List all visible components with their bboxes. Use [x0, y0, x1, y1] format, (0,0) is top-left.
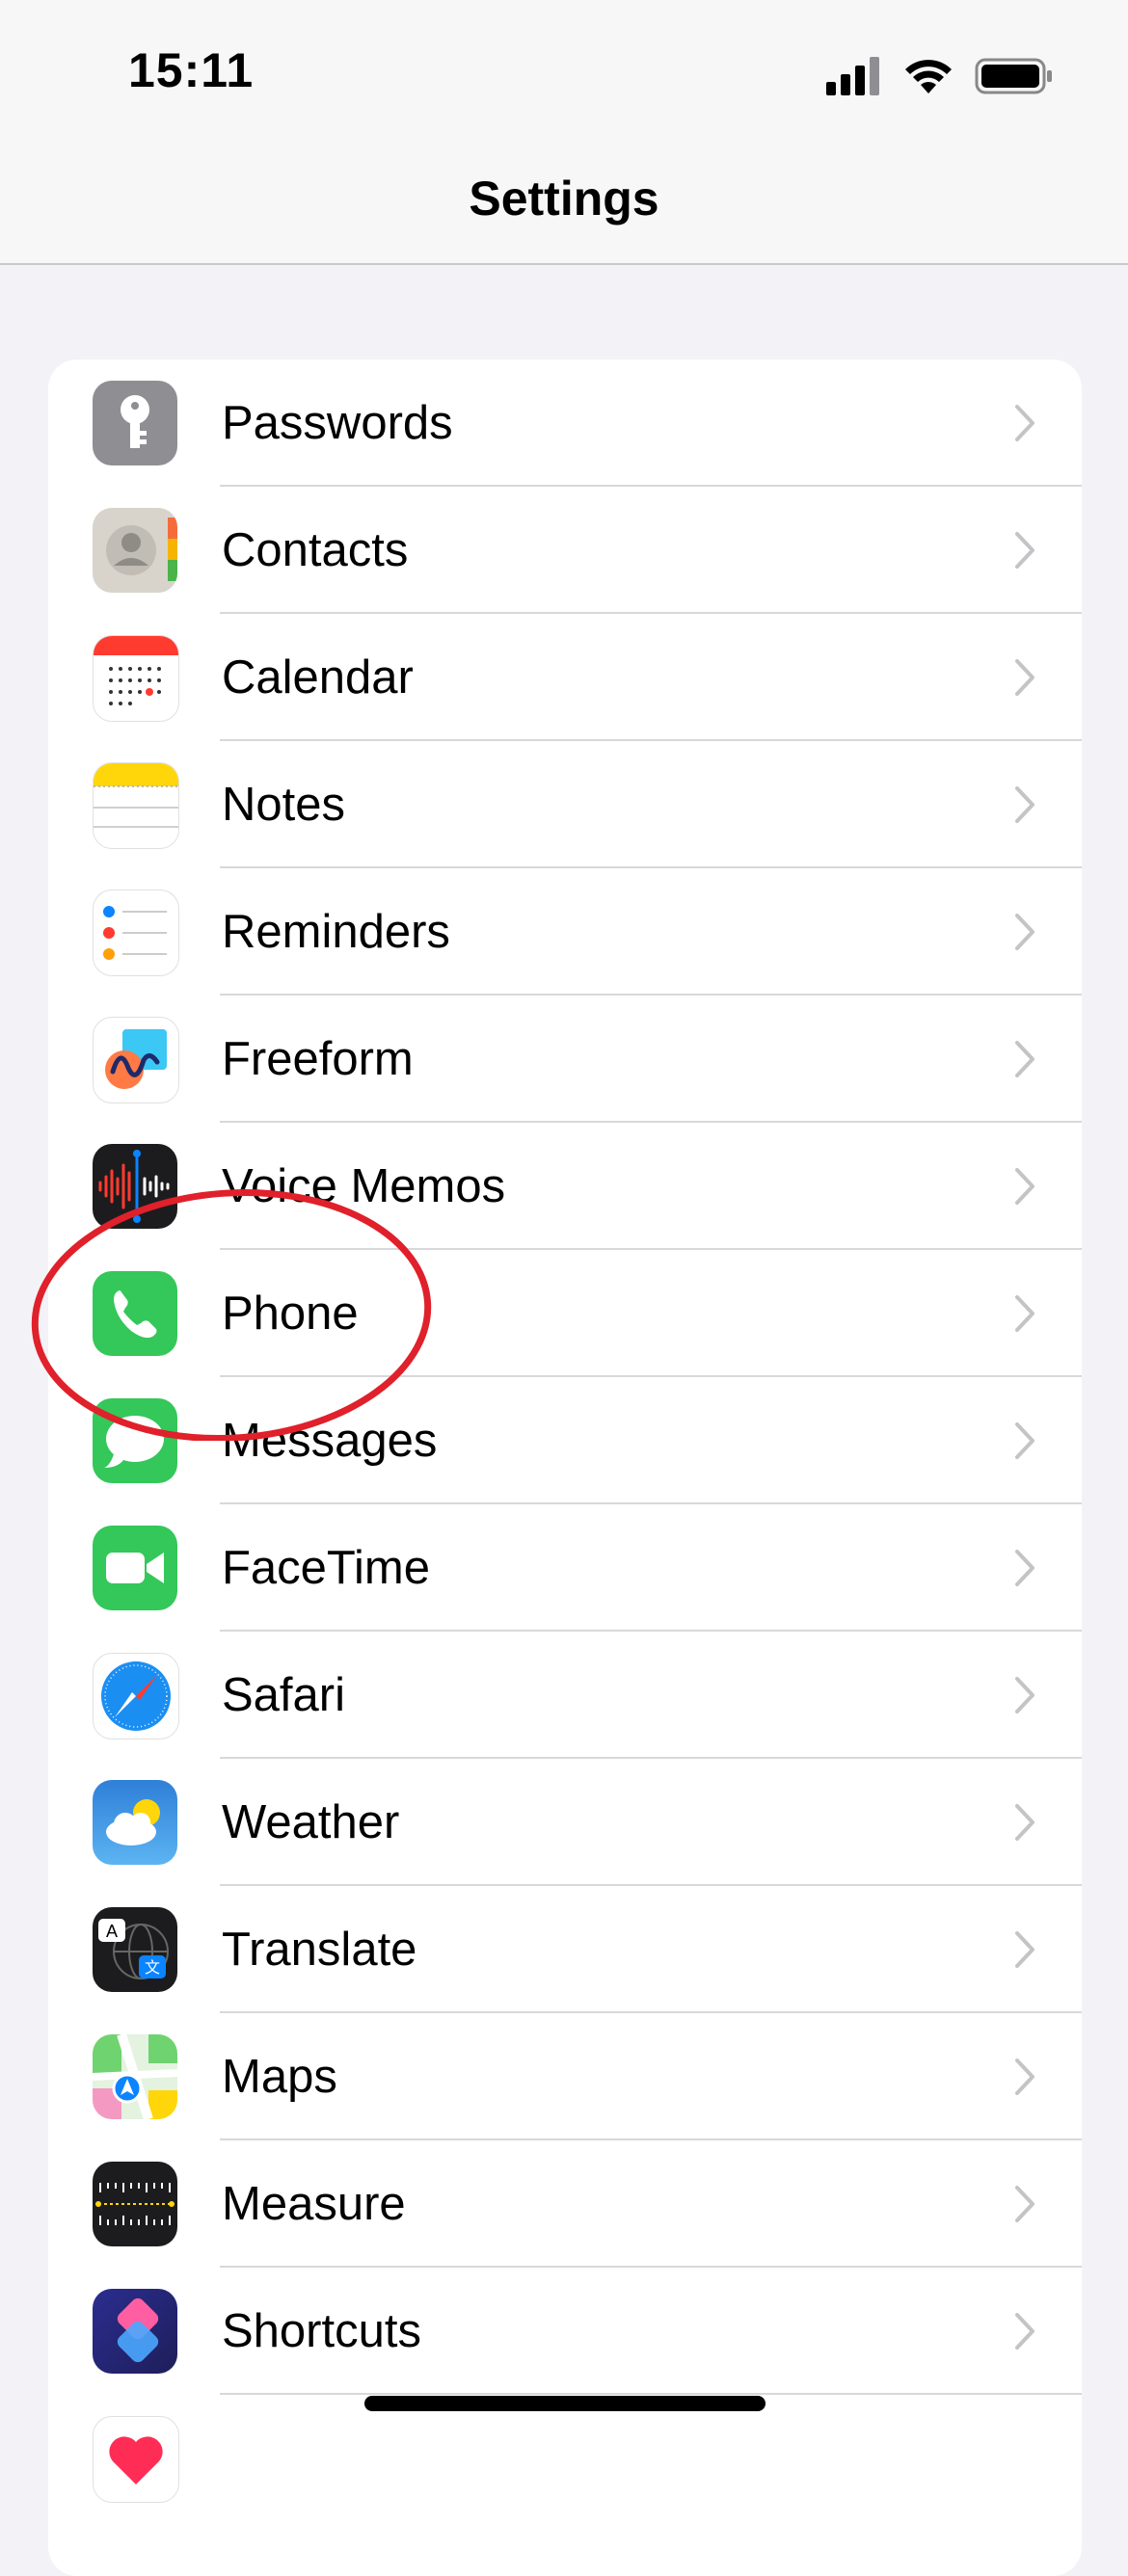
key-icon — [93, 381, 177, 465]
chevron-right-icon — [1015, 405, 1034, 441]
phone-icon — [93, 1271, 177, 1356]
settings-row-weather[interactable]: Weather — [48, 1759, 1082, 1886]
settings-row-shortcuts[interactable]: Shortcuts — [48, 2268, 1082, 2395]
voice-memos-icon — [93, 1144, 177, 1229]
row-label: Voice Memos — [222, 1160, 506, 1212]
svg-text:文: 文 — [145, 1958, 160, 1977]
settings-row-health[interactable] — [48, 2395, 1082, 2522]
chevron-right-icon — [1015, 1931, 1034, 1968]
shortcuts-icon — [93, 2289, 177, 2374]
health-heart-icon — [93, 2416, 179, 2503]
chevron-right-icon — [1015, 1677, 1034, 1713]
chevron-right-icon — [1015, 1422, 1034, 1459]
settings-list: Passwords Contacts Calendar Notes Remind… — [48, 359, 1082, 2576]
weather-icon — [93, 1780, 177, 1865]
settings-row-facetime[interactable]: FaceTime — [48, 1504, 1082, 1632]
settings-row-phone[interactable]: Phone — [48, 1250, 1082, 1377]
settings-row-translate[interactable]: A文 Translate — [48, 1886, 1082, 2013]
settings-row-passwords[interactable]: Passwords — [48, 359, 1082, 487]
settings-row-messages[interactable]: Messages — [48, 1377, 1082, 1504]
chevron-right-icon — [1015, 1550, 1034, 1586]
chevron-right-icon — [1015, 1041, 1034, 1077]
settings-row-measure[interactable]: Measure — [48, 2140, 1082, 2268]
row-label: Weather — [222, 1796, 400, 1848]
row-label: Calendar — [222, 651, 414, 704]
row-label: Contacts — [222, 524, 409, 576]
wifi-icon — [905, 60, 952, 93]
translate-icon: A文 — [93, 1907, 177, 1992]
chevron-right-icon — [1015, 786, 1034, 823]
chevron-right-icon — [1015, 1295, 1034, 1332]
row-label: Reminders — [222, 906, 450, 958]
row-label: Maps — [222, 2051, 337, 2103]
chevron-right-icon — [1015, 2186, 1034, 2222]
settings-row-reminders[interactable]: Reminders — [48, 868, 1082, 996]
row-label: Freeform — [222, 1033, 414, 1085]
settings-row-calendar[interactable]: Calendar — [48, 614, 1082, 741]
row-label: Shortcuts — [222, 2305, 421, 2357]
home-indicator[interactable] — [364, 2396, 765, 2411]
status-bar: 15:11 — [0, 0, 1128, 135]
facetime-icon — [93, 1526, 177, 1610]
reminders-icon — [93, 890, 179, 976]
row-label: Translate — [222, 1924, 417, 1976]
status-icons — [826, 52, 1054, 100]
calendar-icon — [93, 635, 179, 722]
chevron-right-icon — [1015, 914, 1034, 950]
row-label: Safari — [222, 1669, 346, 1721]
safari-compass-icon — [93, 1653, 179, 1739]
settings-row-notes[interactable]: Notes — [48, 741, 1082, 868]
settings-row-voice-memos[interactable]: Voice Memos — [48, 1123, 1082, 1250]
row-label: Passwords — [222, 397, 453, 449]
row-label: Measure — [222, 2178, 406, 2230]
chevron-right-icon — [1015, 1804, 1034, 1841]
settings-row-freeform[interactable]: Freeform — [48, 996, 1082, 1123]
notes-icon — [93, 762, 179, 849]
chevron-right-icon — [1015, 659, 1034, 696]
cellular-signal-icon — [826, 57, 879, 95]
page-title: Settings — [469, 172, 659, 226]
row-label: FaceTime — [222, 1542, 431, 1594]
status-time: 15:11 — [128, 43, 255, 97]
battery-icon — [975, 58, 1052, 94]
contacts-icon — [93, 508, 177, 593]
freeform-icon — [93, 1017, 179, 1103]
chevron-right-icon — [1015, 2058, 1034, 2095]
row-label: Notes — [222, 779, 346, 831]
measure-ruler-icon — [93, 2162, 177, 2246]
settings-row-safari[interactable]: Safari — [48, 1632, 1082, 1759]
svg-text:A: A — [106, 1922, 118, 1941]
messages-icon — [93, 1398, 177, 1483]
row-label: Messages — [222, 1415, 438, 1467]
settings-row-contacts[interactable]: Contacts — [48, 487, 1082, 614]
settings-row-maps[interactable]: Maps — [48, 2013, 1082, 2140]
row-label: Phone — [222, 1288, 359, 1340]
chevron-right-icon — [1015, 2313, 1034, 2350]
chevron-right-icon — [1015, 1168, 1034, 1205]
maps-icon — [93, 2034, 177, 2119]
chevron-right-icon — [1015, 532, 1034, 569]
